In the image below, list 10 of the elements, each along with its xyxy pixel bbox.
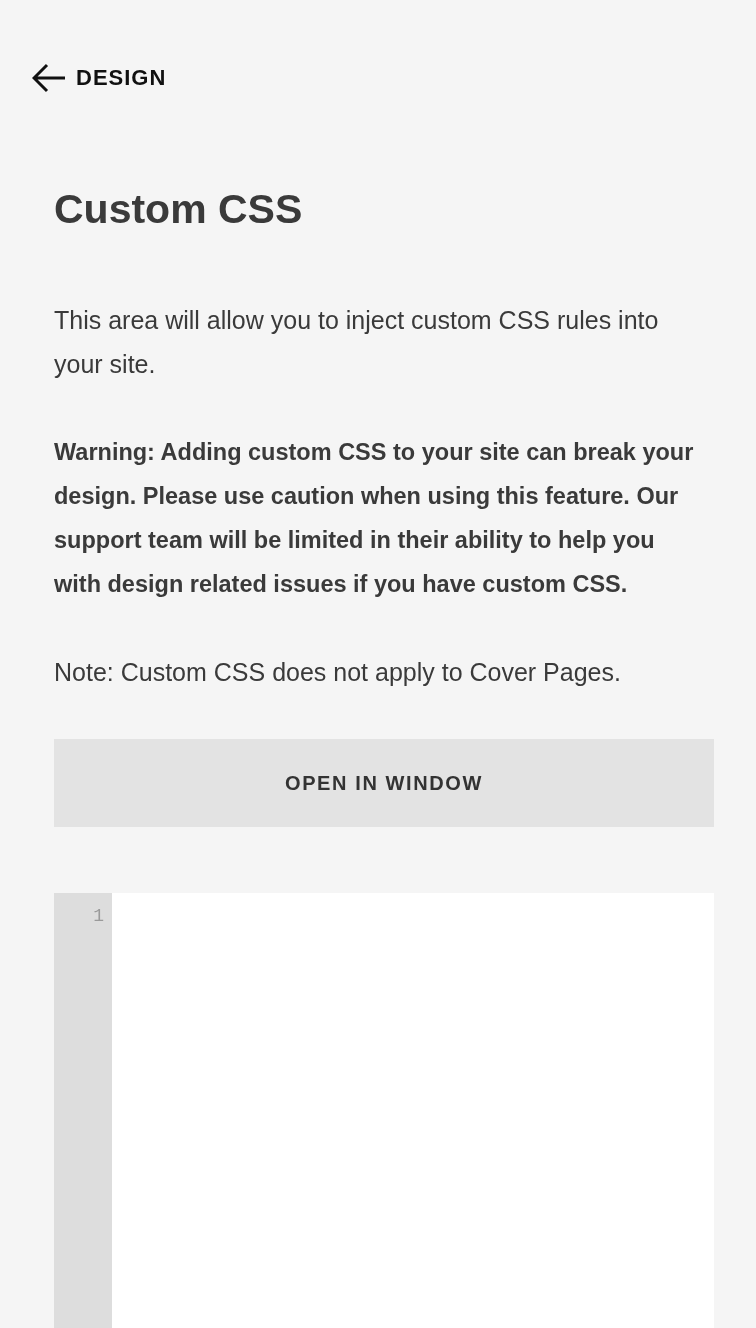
line-number: 1 (93, 905, 104, 928)
back-link-label[interactable]: DESIGN (76, 62, 167, 94)
open-in-window-button[interactable]: OPEN IN WINDOW (54, 739, 714, 827)
warning-paragraph: Warning: Adding custom CSS to your site can break your design. Please use caution when using this feature. Our support team will be limited in their ability to help you with design related issues if you have custom CSS. (54, 438, 695, 599)
back-arrow-icon (32, 63, 66, 93)
description-paragraph: Note: Custom CSS does not apply to Cover Pages. (54, 657, 622, 688)
description-paragraph: This area will allow you to inject custom CSS rules into your site. (54, 305, 660, 380)
css-editor-field[interactable] (112, 893, 714, 1328)
back-link[interactable]: DESIGN (32, 62, 167, 94)
page-title: Custom CSS (54, 185, 304, 234)
